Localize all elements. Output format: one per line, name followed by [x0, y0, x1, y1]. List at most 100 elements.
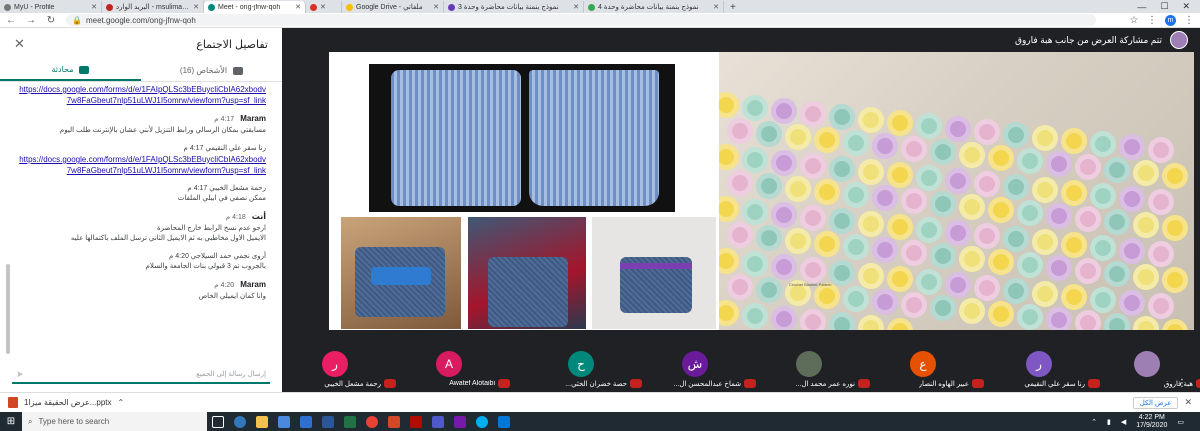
participant-tile[interactable]: A Awatef Alotaibi	[402, 348, 510, 392]
message-text: بالجروب تم 3 قبولي بنات الجامعة والسلام	[145, 263, 266, 270]
chevron-up-icon[interactable]: ⌃	[118, 398, 125, 407]
crochet-motif	[814, 179, 840, 205]
task-view-icon[interactable]	[207, 412, 229, 431]
crochet-motif	[829, 156, 855, 182]
store-icon[interactable]	[273, 412, 295, 431]
crochet-motif	[916, 165, 942, 191]
maximize-icon[interactable]: ☐	[1160, 1, 1168, 12]
message-text: وانا كمان ايميلي الخاص	[198, 293, 266, 300]
back-icon[interactable]: ←	[6, 15, 16, 26]
crochet-motif	[1104, 209, 1130, 235]
participant-tile[interactable]: ح حصة خضران الخثي...	[534, 348, 642, 392]
network-icon[interactable]: ▮	[1107, 418, 1111, 426]
extensions-icon[interactable]: ⋮	[1147, 15, 1157, 26]
menu-icon[interactable]: ⋮	[1184, 15, 1194, 26]
participant-tile[interactable]: ع عبير الهاوه النصار	[876, 348, 984, 392]
purple-bag-photo	[592, 217, 716, 329]
lock-icon: 🔒	[72, 15, 82, 25]
show-all-button[interactable]: عرض الكل	[1132, 396, 1179, 409]
browser-tab[interactable]: البريد الوارد - msuliman@su.edu.sa✕	[102, 1, 204, 13]
mail-icon	[106, 3, 113, 11]
reload-icon[interactable]: ↻	[46, 15, 56, 26]
close-tab-icon[interactable]: ✕	[573, 3, 579, 11]
crochet-motif	[1032, 229, 1058, 255]
photos-icon[interactable]	[493, 412, 515, 431]
close-tab-icon[interactable]: ✕	[320, 3, 326, 11]
edge-icon[interactable]	[229, 412, 251, 431]
close-tab-icon[interactable]: ✕	[295, 3, 301, 11]
download-file[interactable]: عرض الحقيقة ميزا1...pptx	[24, 398, 112, 407]
forward-icon[interactable]: →	[26, 15, 36, 26]
browser-tab[interactable]: نموذج بنمنة بيانات محاضرة وحدة 4 ✕	[584, 1, 724, 13]
browser-tab[interactable]: Google Drive - ملفاتي ✕	[342, 1, 444, 13]
windows-start-icon[interactable]: ⊞	[0, 412, 22, 431]
browser-tab[interactable]: ✕	[306, 1, 342, 13]
crochet-motif	[1090, 235, 1116, 261]
participant-tile[interactable]: ر رنا سقر علي النقيمي	[992, 348, 1100, 392]
skype-icon[interactable]	[471, 412, 493, 431]
close-tab-icon[interactable]: ✕	[713, 3, 719, 11]
crochet-motif	[945, 168, 971, 194]
tab-chat[interactable]: محادثة	[0, 60, 141, 81]
crochet-motif	[930, 243, 956, 269]
minimize-icon[interactable]: —	[1137, 2, 1146, 12]
address-bar[interactable]: 🔒 meet.google.com/ong-jfnw-qoh	[66, 14, 1096, 26]
crochet-motif	[727, 274, 753, 300]
close-window-icon[interactable]: ✕	[1182, 1, 1190, 12]
chat-message: أروى نجمي حمد السيلاجي 4:20 م بالجروب تم…	[18, 252, 266, 272]
tab-people[interactable]: الأشخاص (16)	[141, 60, 282, 81]
chat-link[interactable]: https://docs.google.com/forms/d/e/1FAIpQ…	[18, 154, 266, 176]
word-icon[interactable]	[317, 412, 339, 431]
crochet-motif	[800, 309, 826, 330]
notifications-icon[interactable]: ▭	[1177, 418, 1184, 426]
crochet-motif	[1148, 137, 1174, 163]
powerpoint-icon[interactable]	[383, 412, 405, 431]
participant-tile[interactable]: ش شماخ عبدالمحسن ال...	[648, 348, 756, 392]
participant-tile[interactable]: نوره عمر محمد ال...	[762, 348, 870, 392]
volume-icon[interactable]: ◀	[1121, 418, 1126, 426]
close-icon[interactable]: ✕	[1184, 397, 1192, 408]
send-icon[interactable]: ➤	[16, 369, 24, 380]
chat-link[interactable]: https://docs.google.com/forms/d/e/1FAIpQ…	[18, 84, 266, 106]
forms-icon	[588, 3, 595, 11]
clock[interactable]: 4:22 PM 17/9/2020	[1136, 414, 1167, 430]
file-explorer-icon[interactable]	[251, 412, 273, 431]
chat-scrollbar[interactable]	[6, 264, 10, 354]
shirt-image	[391, 70, 521, 206]
crochet-motif	[974, 119, 1000, 145]
crochet-motif	[1119, 290, 1145, 316]
slide-left-photos	[329, 52, 719, 330]
excel-icon[interactable]	[339, 412, 361, 431]
mail-icon[interactable]	[295, 412, 317, 431]
crochet-motif	[1032, 177, 1058, 203]
close-tab-icon[interactable]: ✕	[193, 3, 199, 11]
crochet-motif	[930, 139, 956, 165]
participant-avatar: A	[436, 351, 462, 377]
teams-icon[interactable]	[427, 412, 449, 431]
close-icon[interactable]: ✕	[14, 36, 25, 52]
crochet-motif	[719, 92, 739, 118]
browser-tab[interactable]: نموذج بنمنة بيانات محاضرة وحدة 3 ✕	[444, 1, 584, 13]
star-icon[interactable]: ☆	[1129, 15, 1139, 26]
meeting-details-panel: تفاصيل الاجتماع ✕ الأشخاص (16) محادثة ht…	[0, 28, 282, 392]
onenote-icon[interactable]	[449, 412, 471, 431]
taskbar-search[interactable]: ⌕ Type here to search	[22, 412, 207, 431]
browser-tab[interactable]: MyU - Profile ✕	[0, 1, 102, 13]
participant-tile[interactable]: ر رحمة مشعل الخيبي	[288, 348, 396, 392]
new-tab-button[interactable]: +	[724, 2, 742, 13]
acrobat-icon[interactable]	[405, 412, 427, 431]
close-tab-icon[interactable]: ✕	[433, 3, 439, 11]
profile-avatar[interactable]: m	[1165, 14, 1176, 26]
chevron-up-icon[interactable]: ⌃	[1091, 418, 1097, 426]
crochet-motif	[988, 197, 1014, 223]
chat-compose-field[interactable]: إرسال رسالة إلى الجميع ➤	[12, 366, 270, 384]
chrome-icon[interactable]	[361, 412, 383, 431]
more-options-icon[interactable]: ⋮	[1177, 378, 1187, 389]
browser-tab-active[interactable]: Meet - ong-jfnw-qoh ✕	[204, 1, 306, 13]
crochet-motif	[959, 142, 985, 168]
chat-message: أنت 4:18 م ارجو عدم نسخ الرابط خارج المحا…	[18, 212, 266, 244]
crochet-motif	[771, 98, 797, 124]
close-tab-icon[interactable]: ✕	[91, 3, 97, 11]
crochet-motif	[771, 306, 797, 330]
chat-message: https://docs.google.com/forms/d/e/1FAIpQ…	[18, 84, 266, 106]
